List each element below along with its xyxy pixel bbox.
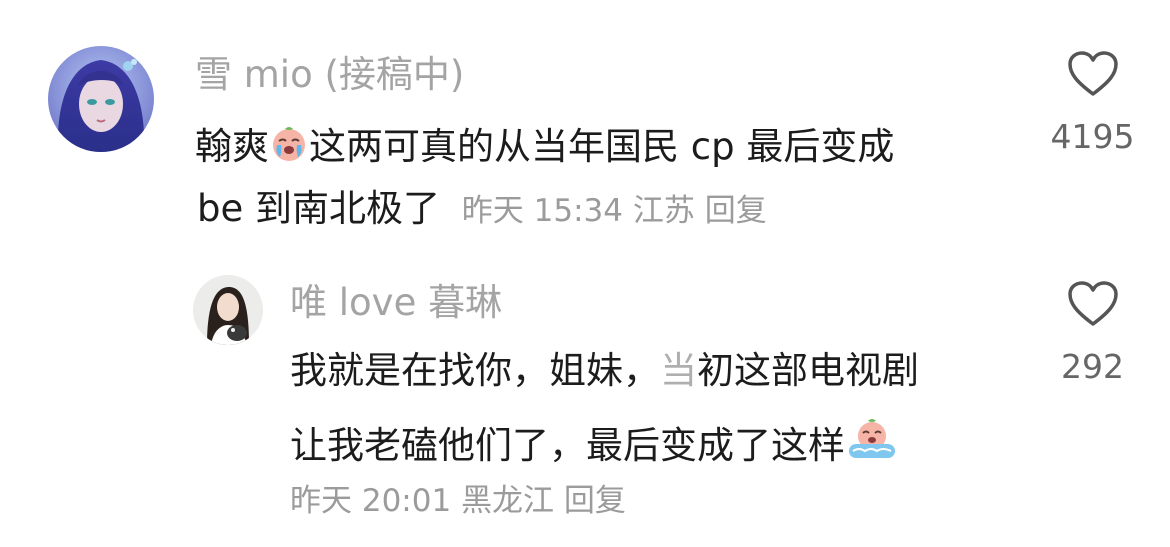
comment-text-line-2: be 到南北极了 昨天 15:34 江苏 回复: [197, 190, 767, 227]
heart-icon[interactable]: [1067, 280, 1119, 328]
avatar[interactable]: [48, 46, 154, 152]
comment-text-part: 这两可真的从当年国民 cp 最后变成: [309, 125, 895, 168]
comment-text-part: 让我老磕他们了，最后变成了这样: [290, 424, 845, 467]
comment-time: 昨天 20:01: [290, 483, 452, 519]
reply-button[interactable]: 回复: [705, 193, 767, 229]
comment-meta: 昨天 15:34 江苏 回复: [462, 193, 767, 229]
comment-text-part: 我就是在找你，姐妹，: [290, 349, 660, 392]
comment-text-line-1: 我就是在找你，姐妹，当初这部电视剧: [290, 352, 919, 389]
heart-icon[interactable]: [1067, 50, 1119, 98]
like-count: 4195: [1050, 117, 1135, 156]
comment-text-line-1: 翰爽 这两可真的从当年国民 cp 最后变成: [195, 123, 894, 169]
comment-location: 江苏: [632, 193, 695, 229]
reply-item: 唯 love 暮琳 我就是在找你，姐妹，当初这部电视剧 让我老磕他们了，最后变成…: [0, 260, 1170, 547]
comment-text-line-2: 让我老磕他们了，最后变成了这样: [290, 418, 899, 468]
comment-text-part: 初这部电视剧: [697, 349, 919, 392]
crying-peach-emoji-icon: [269, 123, 309, 169]
like-count: 292: [1061, 347, 1124, 386]
reply-button[interactable]: 回复: [564, 483, 626, 519]
censored-character: 当: [660, 349, 697, 392]
crying-peach-bath-emoji-icon: [845, 418, 899, 468]
avatar[interactable]: [193, 275, 263, 345]
username[interactable]: 唯 love 暮琳: [290, 284, 502, 321]
comment-meta: 昨天 20:01 黑龙江 回复: [290, 486, 626, 517]
like-button[interactable]: 4195: [1045, 50, 1140, 153]
like-button[interactable]: 292: [1045, 280, 1140, 383]
comment-item: 雪 mio (接稿中) 翰爽 这两可真的从当年国民 cp 最后变成 be 到南北…: [0, 0, 1170, 240]
username[interactable]: 雪 mio (接稿中): [195, 56, 464, 93]
comment-time: 昨天 15:34: [461, 193, 623, 229]
comment-location: 黑龙江: [461, 483, 555, 519]
comment-text-part: 翰爽: [195, 125, 269, 168]
comment-text-part: be 到南北极了: [197, 187, 441, 230]
